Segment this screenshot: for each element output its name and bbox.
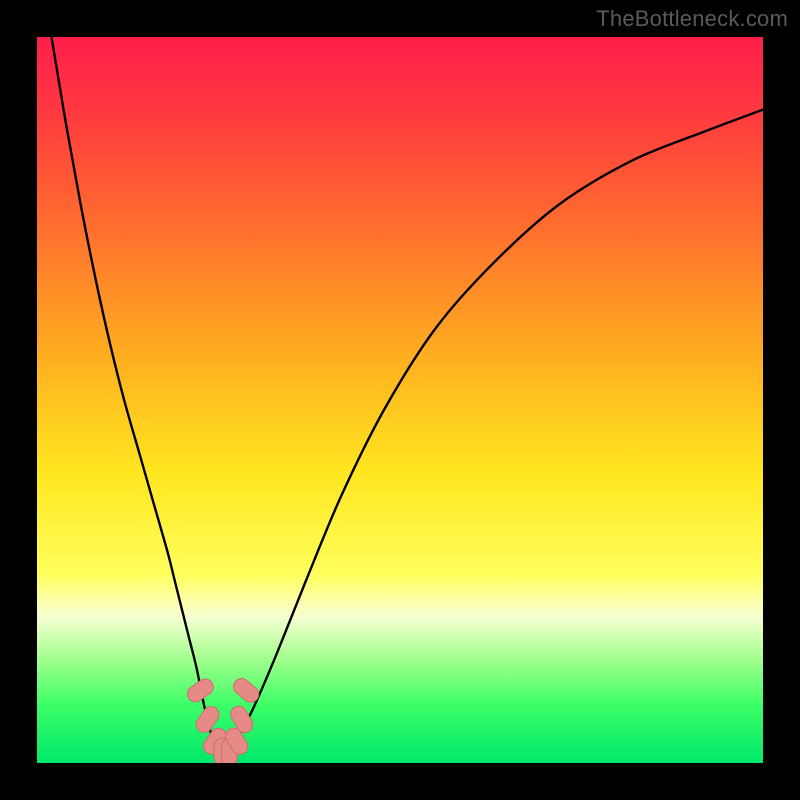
plot-area: [37, 37, 763, 763]
marker-bead: [184, 676, 216, 705]
watermark-text: TheBottleneck.com: [596, 6, 788, 32]
bottleneck-curve: [52, 37, 763, 756]
chart-container: { "watermark": "TheBottleneck.com", "col…: [0, 0, 800, 800]
curve-layer: [37, 37, 763, 763]
highlight-markers: [184, 675, 262, 763]
